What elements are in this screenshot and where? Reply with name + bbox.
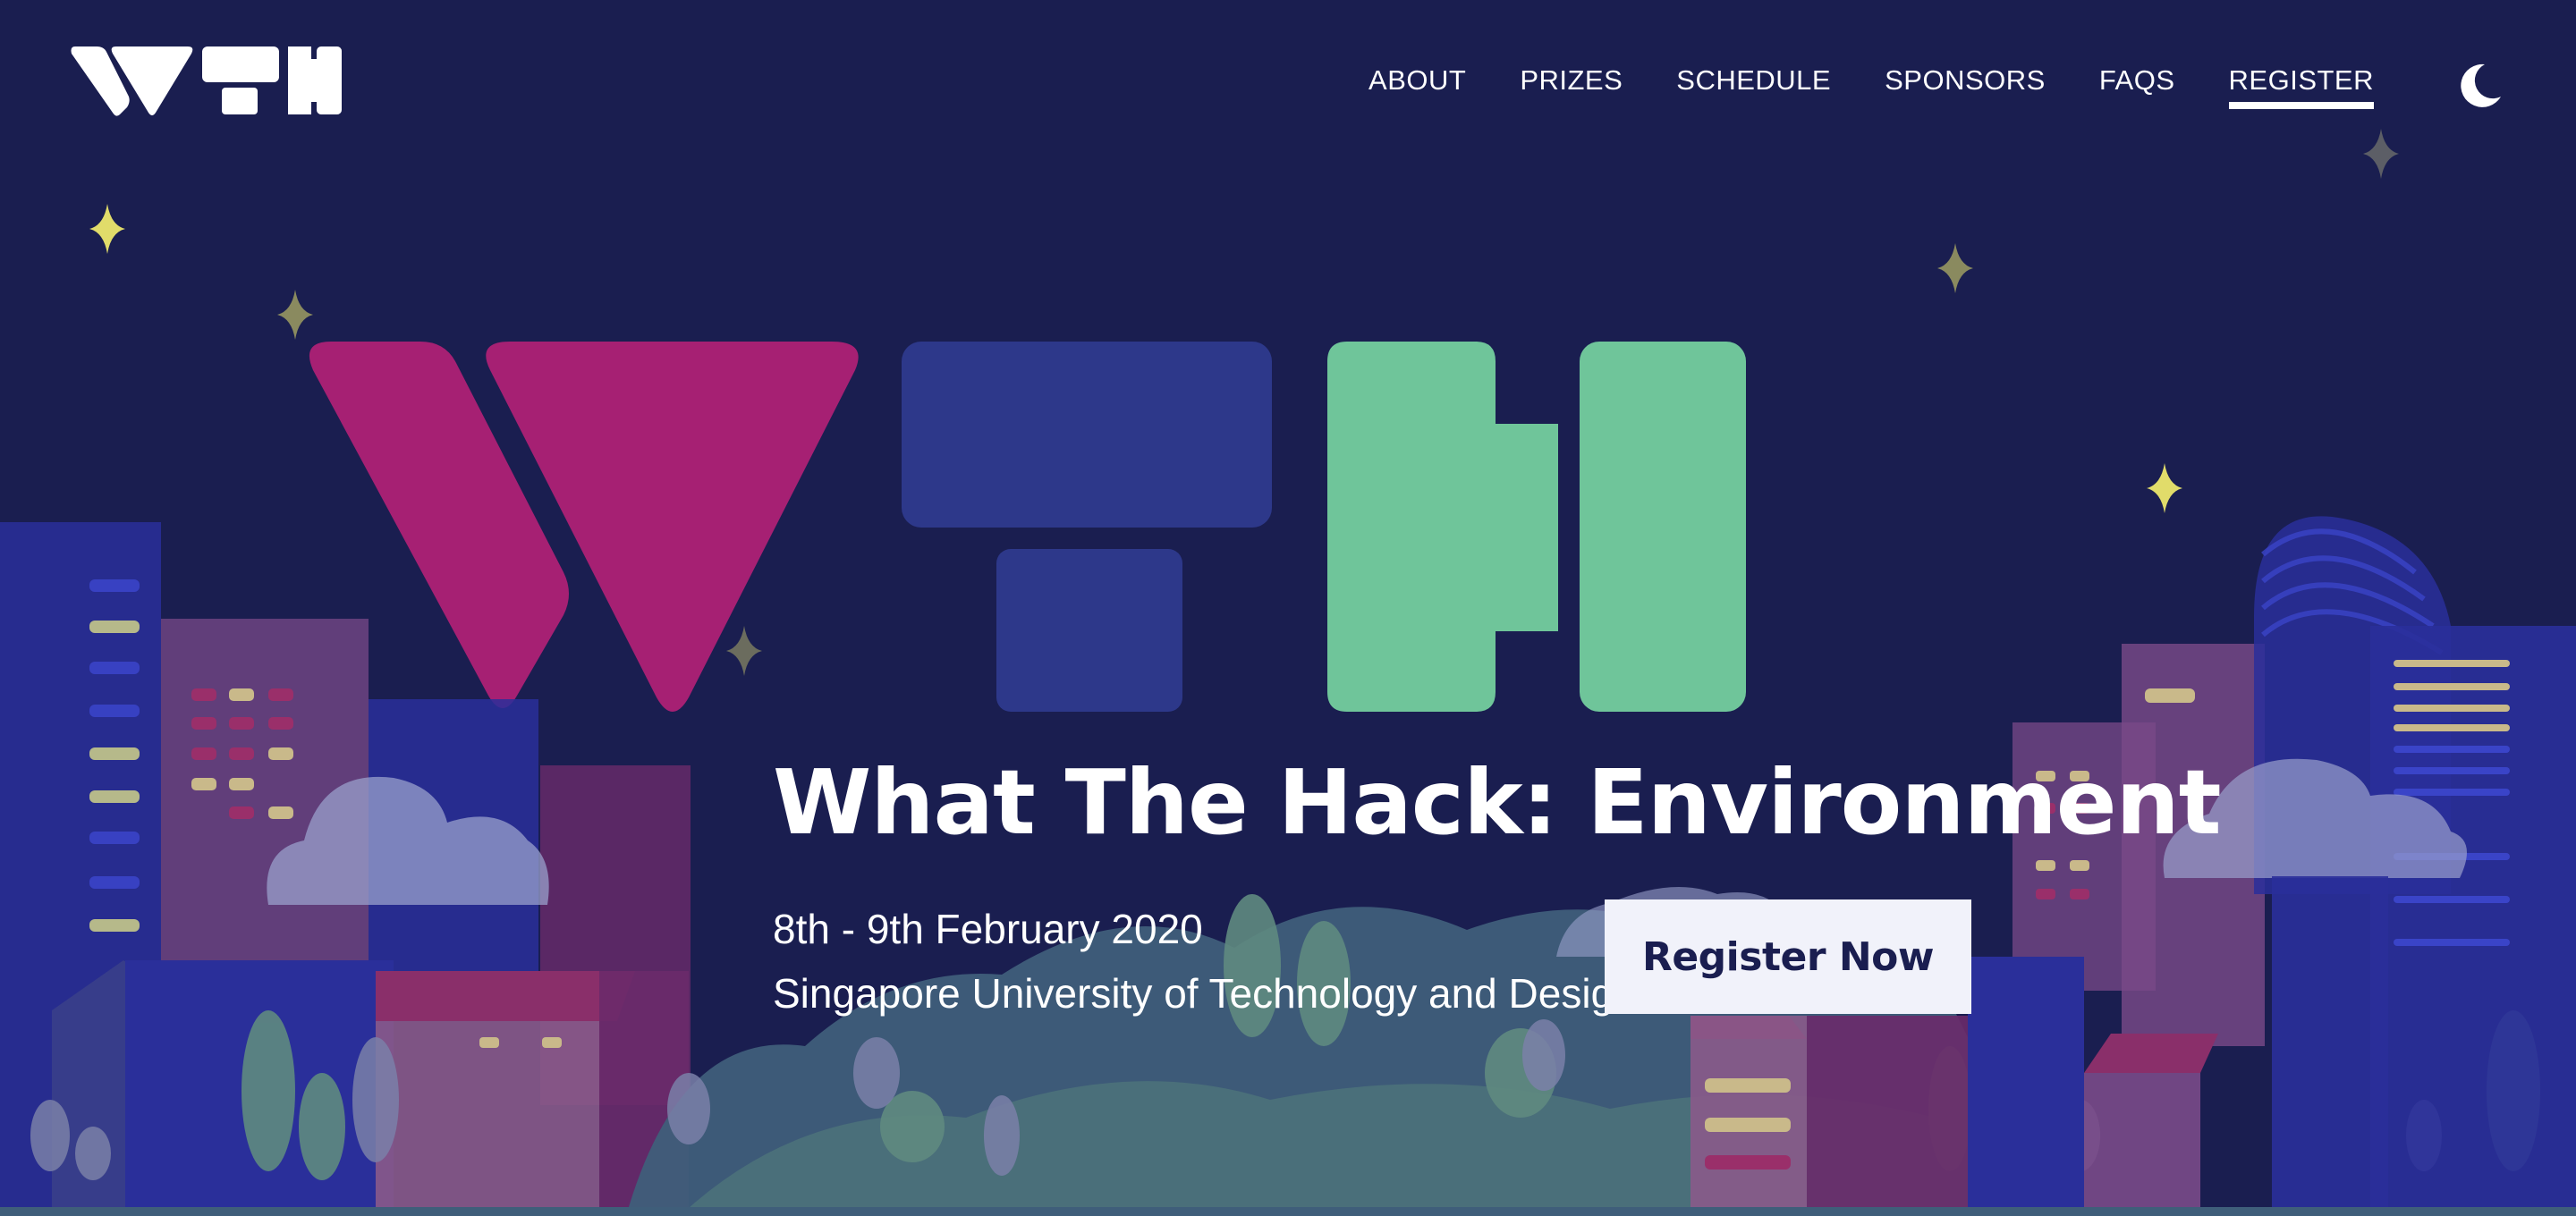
city-skyline (0, 516, 2576, 1216)
nav-prizes[interactable]: PRIZES (1520, 64, 1623, 109)
star-icon (89, 204, 125, 254)
star-icon (726, 626, 762, 676)
star-icon (277, 290, 313, 340)
star-icon (2147, 463, 2182, 513)
register-now-button[interactable]: Register Now (1605, 899, 1971, 1014)
main-nav: ABOUT PRIZES SCHEDULE SPONSORS FAQS REGI… (1368, 64, 2375, 109)
hero-title: What The Hack: Environment (773, 750, 2222, 855)
star-icon (2363, 129, 2399, 179)
event-date: 8th - 9th February 2020 (773, 906, 1203, 952)
hero-illustration (0, 129, 2576, 1216)
star-icon (1937, 243, 1973, 293)
nav-faqs[interactable]: FAQS (2099, 64, 2175, 109)
moon-icon[interactable] (2454, 61, 2504, 111)
nav-about[interactable]: ABOUT (1368, 64, 1466, 109)
hero-heading: What The Hack: Environment (773, 750, 2222, 855)
hero-logo (309, 342, 1746, 712)
brand-logo[interactable] (70, 43, 342, 116)
nav-register[interactable]: REGISTER (2228, 64, 2375, 109)
event-venue: Singapore University of Technology and D… (773, 970, 1637, 1017)
nav-schedule[interactable]: SCHEDULE (1676, 64, 1831, 109)
nav-sponsors[interactable]: SPONSORS (1885, 64, 2046, 109)
